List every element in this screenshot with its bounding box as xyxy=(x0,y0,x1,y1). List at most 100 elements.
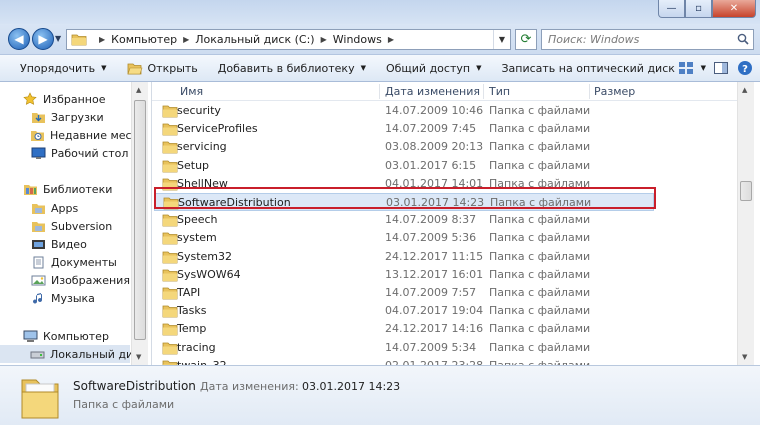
breadcrumb-computer[interactable]: Компьютер xyxy=(111,33,177,46)
nav-item-recent-places[interactable]: Недавние места xyxy=(0,126,145,144)
file-row[interactable]: tracing 14.07.2009 5:34 Папка с файлами xyxy=(154,339,654,357)
recent-places-icon xyxy=(30,127,45,143)
scroll-down-arrow[interactable]: ▼ xyxy=(742,353,747,361)
favorites-star-icon xyxy=(22,91,38,107)
nav-item-pictures[interactable]: Изображения xyxy=(0,271,140,289)
recent-pages-dropdown[interactable]: ▼ xyxy=(55,34,61,43)
command-bar: Упорядочить ▼ Открыть Добавить в библиот… xyxy=(0,54,760,82)
search-icon[interactable] xyxy=(737,33,749,45)
breadcrumb-separator[interactable]: ▶ xyxy=(321,35,327,44)
file-row[interactable]: twain_3202.01.2017 23:28Папка с файлами xyxy=(154,357,654,365)
file-row[interactable]: Tasks 04.07.2017 19:04 Папка с файлами xyxy=(154,302,654,320)
nav-item-label: Видео xyxy=(51,237,87,251)
file-date: 14.07.2009 8:37 xyxy=(385,213,477,227)
file-row[interactable]: SoftwareDistribution 03.01.2017 14:23 Папк… xyxy=(154,193,654,211)
burn-button[interactable]: Записать на оптический диск xyxy=(491,55,684,81)
breadcrumb-separator[interactable]: ▶ xyxy=(388,35,394,44)
file-row[interactable]: security 14.07.2009 10:46 Папка с файлами xyxy=(154,102,654,120)
back-button[interactable]: ◀ xyxy=(8,28,30,50)
search-box[interactable] xyxy=(541,29,754,50)
nav-item-music[interactable]: Музыка xyxy=(0,289,140,307)
file-row[interactable]: System32 24.12.2017 11:15 Папка с файлами xyxy=(154,248,654,266)
file-row[interactable]: ServiceProfiles 14.07.2009 7:45 Папка с фа… xyxy=(154,120,654,138)
breadcrumb-local-disk[interactable]: Локальный диск (C:) xyxy=(195,33,314,46)
column-divider[interactable] xyxy=(379,84,380,99)
column-header: Имя Дата изменения Тип Размер xyxy=(152,82,742,101)
add-to-library-button[interactable]: Добавить в библиотеку ▼ xyxy=(208,55,376,81)
search-input[interactable] xyxy=(542,30,732,49)
nav-item-apps[interactable]: Apps xyxy=(0,199,140,217)
column-divider[interactable] xyxy=(589,84,590,99)
file-row[interactable]: ShellNew 04.01.2017 14:01 Папка с файлами xyxy=(154,175,654,193)
address-row: ◀ ▶ ▼ ▶ Компьютер ▶ Локальный диск (C:) … xyxy=(0,24,760,54)
forward-button[interactable]: ▶ xyxy=(32,28,54,50)
file-row[interactable]: Speech 14.07.2009 8:37 Папка с файлами xyxy=(154,211,654,229)
close-button[interactable]: ✕ xyxy=(712,0,756,18)
address-history-dropdown[interactable]: ▼ xyxy=(493,30,510,49)
organize-button[interactable]: Упорядочить ▼ xyxy=(0,55,117,81)
breadcrumb-windows[interactable]: Windows xyxy=(333,33,382,46)
file-name: Temp xyxy=(177,322,207,336)
column-divider[interactable] xyxy=(483,84,484,99)
navigation-scrollbar[interactable]: ▲ ▼ xyxy=(131,82,148,365)
chevron-down-icon: ▼ xyxy=(360,64,366,72)
file-type: Папка с файлами xyxy=(489,267,591,281)
minimize-button[interactable]: — xyxy=(658,0,685,18)
nav-item-video[interactable]: Видео xyxy=(0,235,140,253)
nav-libraries[interactable]: Библиотеки xyxy=(0,180,140,198)
file-row[interactable]: system 14.07.2009 5:36 Папка с файлами xyxy=(154,229,654,247)
scrollbar-thumb[interactable] xyxy=(740,181,752,201)
chevron-down-icon[interactable]: ▼ xyxy=(701,64,706,72)
scroll-down-arrow[interactable]: ▼ xyxy=(136,353,141,361)
maximize-button[interactable]: ▫ xyxy=(685,0,712,18)
details-type: Папка с файлами xyxy=(73,398,175,411)
nav-item-downloads[interactable]: Загрузки xyxy=(0,108,140,126)
file-row[interactable]: TAPI 14.07.2009 7:57 Папка с файлами xyxy=(154,284,654,302)
nav-item-subversion[interactable]: Subversion xyxy=(0,217,140,235)
breadcrumb-separator[interactable]: ▶ xyxy=(183,35,189,44)
file-row[interactable]: Setup 03.01.2017 6:15 Папка с файлами xyxy=(154,157,654,175)
file-date: 24.12.2017 11:15 xyxy=(385,249,484,263)
file-date: 24.12.2017 14:16 xyxy=(385,322,484,336)
refresh-button[interactable]: ⟳ xyxy=(515,29,537,50)
scrollbar-thumb[interactable] xyxy=(134,100,146,340)
chevron-down-icon: ▼ xyxy=(476,64,482,72)
file-row[interactable]: servicing 03.08.2009 20:13 Папка с файлами xyxy=(154,138,654,156)
view-options-button[interactable] xyxy=(677,59,695,77)
breadcrumb-separator[interactable]: ▶ xyxy=(99,35,105,44)
nav-favorites[interactable]: Избранное xyxy=(0,90,140,108)
nav-item-label: Subversion xyxy=(51,219,113,233)
column-type[interactable]: Тип xyxy=(489,85,510,98)
details-modified-label: Дата изменения: xyxy=(200,380,299,393)
column-date[interactable]: Дата изменения xyxy=(385,85,480,98)
help-button[interactable]: ? xyxy=(736,59,754,77)
address-bar[interactable]: ▶ Компьютер ▶ Локальный диск (C:) ▶ Wind… xyxy=(66,29,511,50)
nav-item-local-disk[interactable]: Локальный диск xyxy=(0,345,146,363)
folder-icon xyxy=(162,251,178,263)
folder-icon xyxy=(162,342,178,354)
file-list-pane: Имя Дата изменения Тип Размер security 14… xyxy=(152,82,760,365)
scroll-up-arrow[interactable]: ▲ xyxy=(136,86,141,94)
file-date: 03.01.2017 6:15 xyxy=(385,158,477,172)
details-pane: SoftwareDistribution Дата изменения: 03.… xyxy=(0,365,760,425)
file-list-scrollbar[interactable]: ▲ ▼ xyxy=(737,82,754,365)
file-name: SoftwareDistribution xyxy=(178,196,291,209)
nav-item-label: Рабочий стол xyxy=(51,146,129,160)
column-size[interactable]: Размер xyxy=(594,85,635,98)
column-name[interactable]: Имя xyxy=(180,85,203,98)
scroll-up-arrow[interactable]: ▲ xyxy=(742,86,747,94)
details-name: SoftwareDistribution xyxy=(73,379,196,393)
file-type: Папка с файлами xyxy=(489,340,591,354)
nav-item-desktop[interactable]: Рабочий стол xyxy=(0,144,140,162)
file-row[interactable]: Temp 24.12.2017 14:16 Папка с файлами xyxy=(154,320,654,338)
folder-icon xyxy=(162,232,178,245)
file-type: Папка с файлами xyxy=(490,196,592,209)
file-row[interactable]: SysWOW64 13.12.2017 16:01 Папка с файлами xyxy=(154,266,654,284)
preview-pane-button[interactable] xyxy=(712,59,730,77)
nav-computer[interactable]: Компьютер xyxy=(0,327,140,345)
share-button[interactable]: Общий доступ ▼ xyxy=(376,55,491,81)
open-button[interactable]: Открыть xyxy=(117,55,208,81)
nav-item-label: Apps xyxy=(51,201,79,215)
nav-item-documents[interactable]: Документы xyxy=(0,253,140,271)
file-date: 03.01.2017 14:23 xyxy=(386,196,485,209)
